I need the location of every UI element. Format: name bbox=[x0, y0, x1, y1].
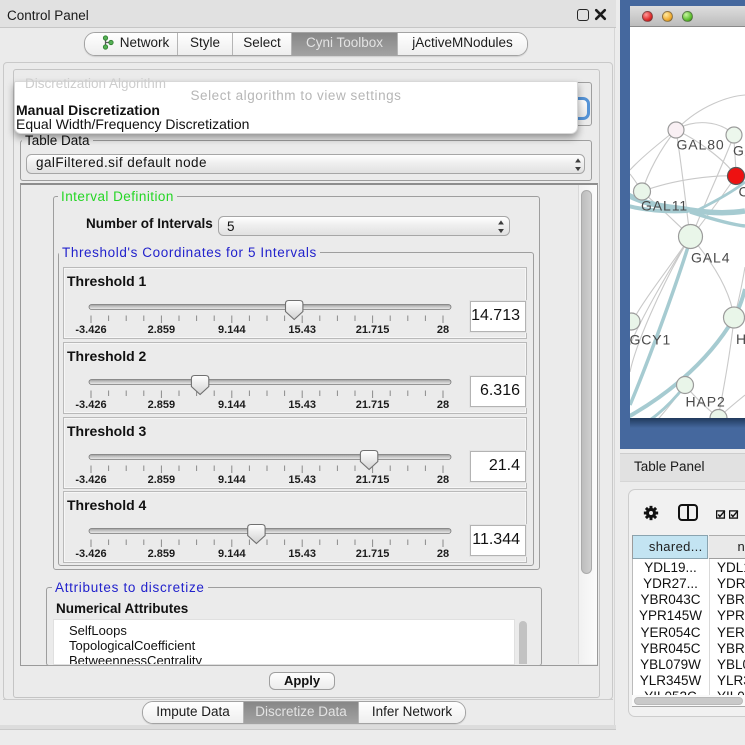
svg-text:28: 28 bbox=[437, 399, 449, 411]
svg-text:GA: GA bbox=[733, 143, 745, 159]
svg-text:-3.426: -3.426 bbox=[75, 399, 106, 411]
svg-text:GCY1: GCY1 bbox=[630, 332, 671, 348]
svg-text:2.859: 2.859 bbox=[148, 399, 176, 411]
svg-text:21.715: 21.715 bbox=[356, 324, 390, 336]
svg-text:15.43: 15.43 bbox=[288, 474, 316, 486]
svg-text:9.144: 9.144 bbox=[218, 324, 246, 336]
svg-text:-3.426: -3.426 bbox=[75, 474, 106, 486]
svg-text:CB: CB bbox=[739, 184, 745, 200]
svg-text:-3.426: -3.426 bbox=[75, 548, 106, 560]
svg-text:9.144: 9.144 bbox=[218, 474, 246, 486]
svg-text:15.43: 15.43 bbox=[288, 324, 316, 336]
svg-text:HAP2: HAP2 bbox=[686, 394, 726, 410]
svg-text:21.715: 21.715 bbox=[356, 474, 390, 486]
svg-text:GAL80: GAL80 bbox=[677, 137, 725, 153]
svg-text:21.715: 21.715 bbox=[356, 548, 390, 560]
svg-text:9.144: 9.144 bbox=[218, 548, 246, 560]
svg-text:GAL11: GAL11 bbox=[641, 198, 688, 214]
svg-text:2.859: 2.859 bbox=[148, 548, 176, 560]
svg-text:2.859: 2.859 bbox=[148, 324, 176, 336]
svg-text:28: 28 bbox=[437, 548, 449, 560]
svg-text:H: H bbox=[736, 331, 745, 347]
svg-text:2.859: 2.859 bbox=[148, 474, 176, 486]
svg-text:28: 28 bbox=[437, 324, 449, 336]
svg-text:21.715: 21.715 bbox=[356, 399, 390, 411]
svg-text:9.144: 9.144 bbox=[218, 399, 246, 411]
svg-text:15.43: 15.43 bbox=[288, 399, 316, 411]
svg-text:15.43: 15.43 bbox=[288, 548, 316, 560]
svg-text:-3.426: -3.426 bbox=[75, 324, 106, 336]
svg-text:28: 28 bbox=[437, 474, 449, 486]
svg-text:GAL4: GAL4 bbox=[691, 250, 730, 266]
